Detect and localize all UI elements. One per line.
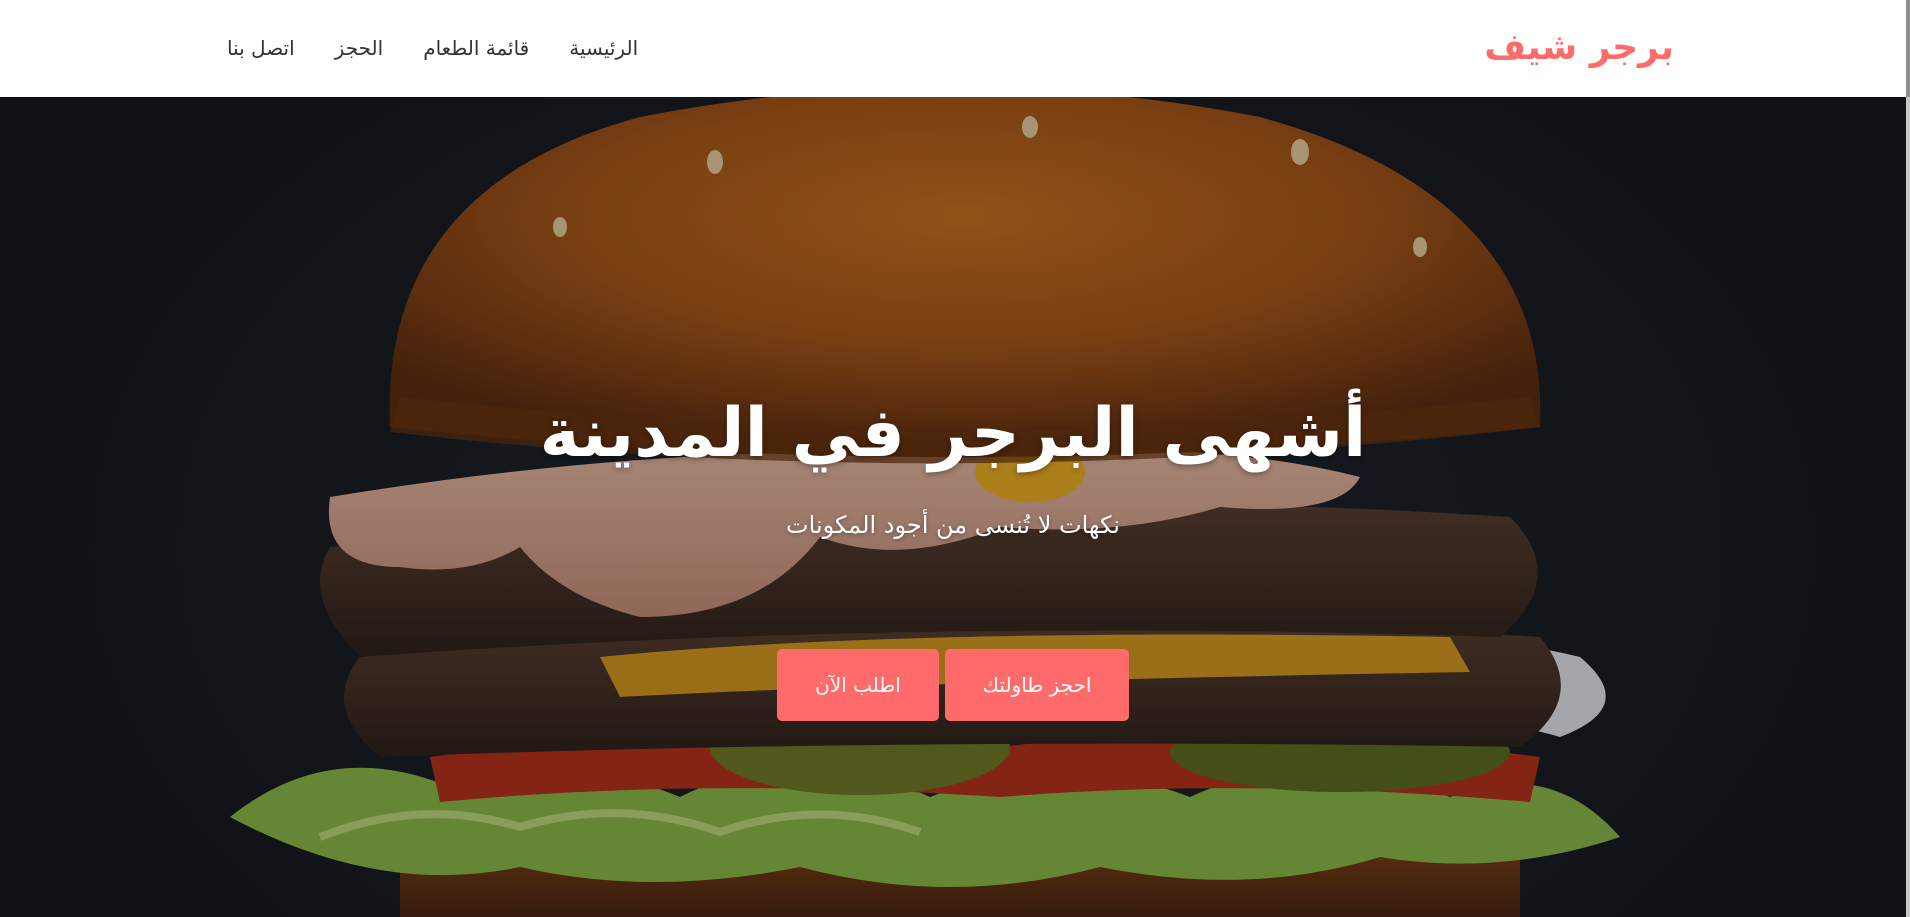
nav-link-menu[interactable]: قائمة الطعام <box>423 36 529 60</box>
order-now-button[interactable]: اطلب الآن <box>777 649 939 721</box>
nav-link-home[interactable]: الرئيسية <box>569 36 638 60</box>
reserve-table-button[interactable]: احجز طاولتك <box>945 649 1129 721</box>
hero-section: أشهى البرجر في المدينة نكهات لا تُنسى من… <box>0 97 1906 917</box>
nav-link-contact[interactable]: اتصل بنا <box>227 36 295 60</box>
nav-link-reservation[interactable]: الحجز <box>335 36 384 60</box>
hero-subtitle: نكهات لا تُنسى من أجود المكونات <box>786 511 1120 539</box>
hero-buttons: اطلب الآن احجز طاولتك <box>777 649 1129 721</box>
page: برجر شيف الرئيسية قائمة الطعام الحجز اتص… <box>0 0 1910 917</box>
scrollbar[interactable] <box>1906 0 1910 917</box>
hero-title: أشهى البرجر في المدينة <box>539 394 1367 473</box>
hero-content: أشهى البرجر في المدينة نكهات لا تُنسى من… <box>0 97 1906 917</box>
main-nav: الرئيسية قائمة الطعام الحجز اتصل بنا <box>227 36 638 60</box>
navbar: برجر شيف الرئيسية قائمة الطعام الحجز اتص… <box>0 0 1906 97</box>
brand-logo[interactable]: برجر شيف <box>1484 30 1674 66</box>
scrollbar-thumb[interactable] <box>1906 0 1910 97</box>
